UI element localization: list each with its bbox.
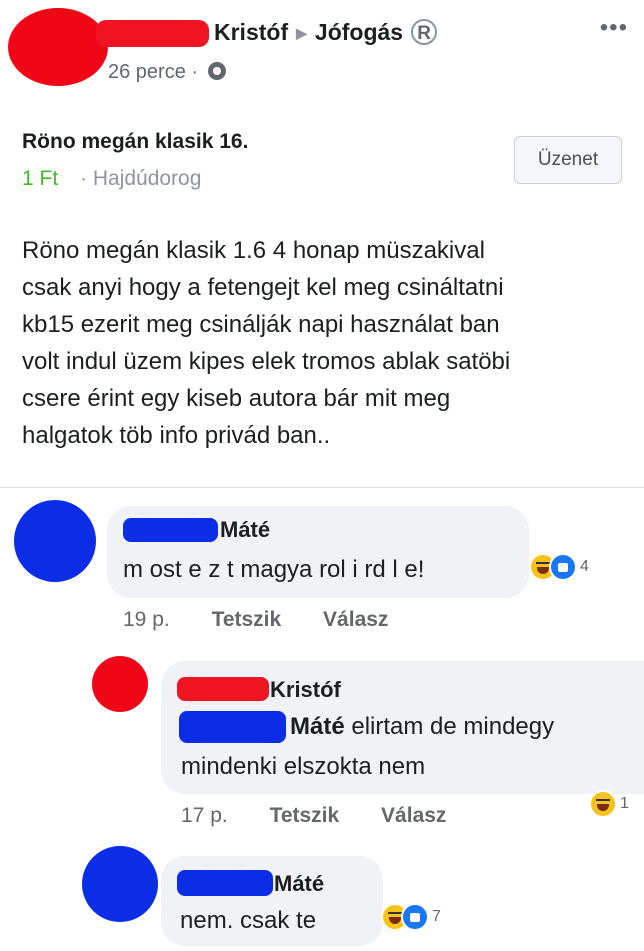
post-header-title: Kristóf ▶ Jófogás R: [214, 19, 438, 46]
reply-link[interactable]: Válasz: [381, 804, 446, 827]
comment-time[interactable]: 17 p.: [181, 804, 228, 827]
registered-badge-icon: R: [411, 19, 438, 45]
more-options-icon[interactable]: •••: [600, 14, 628, 42]
location-text: Hajdúdorog: [92, 167, 202, 190]
post-time[interactable]: 26 perce: [108, 61, 186, 83]
commenter-avatar[interactable]: [14, 500, 96, 582]
comment-text: m ost e z t magya rol i rd l e!: [123, 556, 425, 583]
item-location: · Hajdúdorog: [80, 167, 202, 190]
message-button[interactable]: Üzenet: [514, 136, 622, 184]
arrow-right-icon: ▶: [296, 25, 307, 41]
redacted-name: [177, 677, 269, 701]
item-title: Röno megán klasik 16.: [22, 130, 249, 153]
like-reaction-icon: [401, 903, 429, 931]
like-link[interactable]: Tetszik: [212, 608, 282, 631]
reply-link[interactable]: Válasz: [323, 608, 388, 631]
item-price: 1 Ft: [22, 167, 59, 190]
like-reaction-icon: [549, 553, 577, 581]
redacted-mention: [179, 711, 286, 743]
commenter-avatar[interactable]: [92, 656, 148, 712]
comment-author[interactable]: Máté: [274, 871, 324, 897]
comment-text: mindenki elszokta nem: [181, 753, 426, 780]
poster-name[interactable]: Kristóf: [214, 19, 288, 45]
commenter-avatar[interactable]: [82, 846, 158, 922]
comment-text: nem. csak te: [180, 907, 317, 934]
group-name[interactable]: Jófogás: [315, 19, 403, 45]
poster-avatar[interactable]: [8, 8, 108, 86]
post-body: Röno megán klasik 1.6 4 honap müszakival…: [22, 237, 511, 449]
like-link[interactable]: Tetszik: [270, 804, 340, 827]
comment-author[interactable]: Kristóf: [270, 677, 341, 703]
globe-icon: [207, 61, 226, 80]
reaction-count: 7: [432, 908, 441, 925]
redacted-name: [177, 870, 273, 896]
redacted-name: [123, 518, 218, 542]
reaction-summary[interactable]: 1: [589, 790, 629, 818]
reaction-summary[interactable]: 4: [529, 553, 589, 581]
reaction-count: 4: [580, 558, 589, 575]
comment-actions: 19 p. Tetszik Válasz: [123, 608, 388, 632]
comment-text-line: Máté elirtam de mindegy: [290, 713, 554, 741]
comment-time[interactable]: 19 p.: [123, 608, 170, 631]
divider: [0, 487, 644, 488]
reaction-count: 1: [620, 795, 629, 812]
redacted-name: [96, 20, 209, 47]
reaction-summary[interactable]: 7: [381, 903, 441, 931]
comment-actions: 17 p. Tetszik Válasz: [181, 804, 446, 828]
post-meta: 26 perce ·: [108, 61, 226, 84]
haha-reaction-icon: [589, 790, 617, 818]
comment-author[interactable]: Máté: [220, 517, 270, 543]
comment-text: elirtam de mindegy: [351, 713, 555, 740]
mention[interactable]: Máté: [290, 713, 345, 740]
